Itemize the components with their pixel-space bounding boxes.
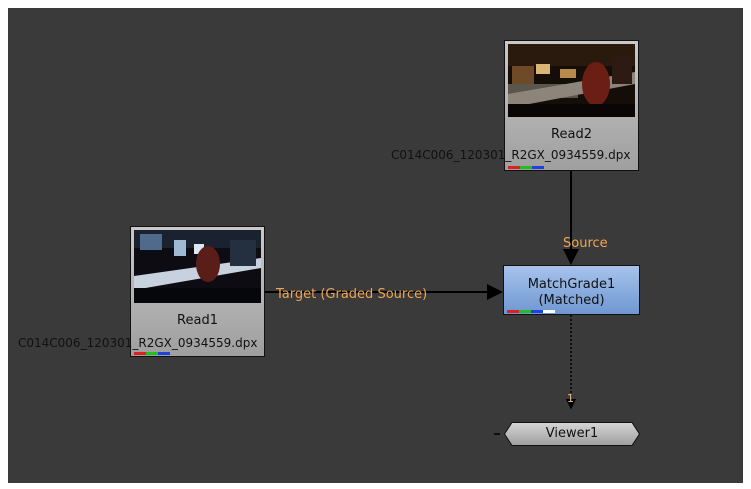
matchgrade-node[interactable]: MatchGrade1 (Matched) (503, 265, 640, 315)
channel-red-indicator (134, 352, 146, 355)
channel-red-indicator (508, 166, 520, 169)
viewer-node[interactable]: Viewer1 (504, 422, 640, 446)
read2-thumbnail-image (508, 44, 635, 117)
read1-thumbnail (134, 230, 261, 303)
channel-green-indicator (146, 352, 158, 355)
channel-blue-indicator (158, 352, 170, 355)
read1-name: Read1 (177, 313, 218, 328)
matchgrade-status: (Matched) (538, 293, 605, 308)
read2-name: Read2 (551, 127, 592, 142)
viewer-name: Viewer1 (545, 426, 599, 441)
source-input-label: Source (563, 236, 608, 251)
matchgrade-name: MatchGrade1 (527, 277, 616, 292)
read1-thumbnail-image (134, 230, 261, 303)
read2-file-label: C014C006_120301_R2GX_0934559.dpx (391, 148, 631, 162)
read2-thumbnail (508, 44, 635, 117)
channel-green-indicator (520, 166, 532, 169)
channel-red-indicator (507, 310, 519, 313)
channel-alpha-indicator (543, 310, 555, 313)
channel-blue-indicator (531, 310, 543, 313)
node-graph-canvas[interactable]: Read2 C014C006_120301_R2GX_0934559.dpx S… (8, 8, 743, 483)
channel-green-indicator (519, 310, 531, 313)
read1-file-label: C014C006_120301_R2GX_0934559.dpx (18, 336, 258, 350)
channel-blue-indicator (532, 166, 544, 169)
viewer-input-index: 1 (567, 392, 574, 405)
target-input-label: Target (Graded Source) (276, 287, 428, 302)
